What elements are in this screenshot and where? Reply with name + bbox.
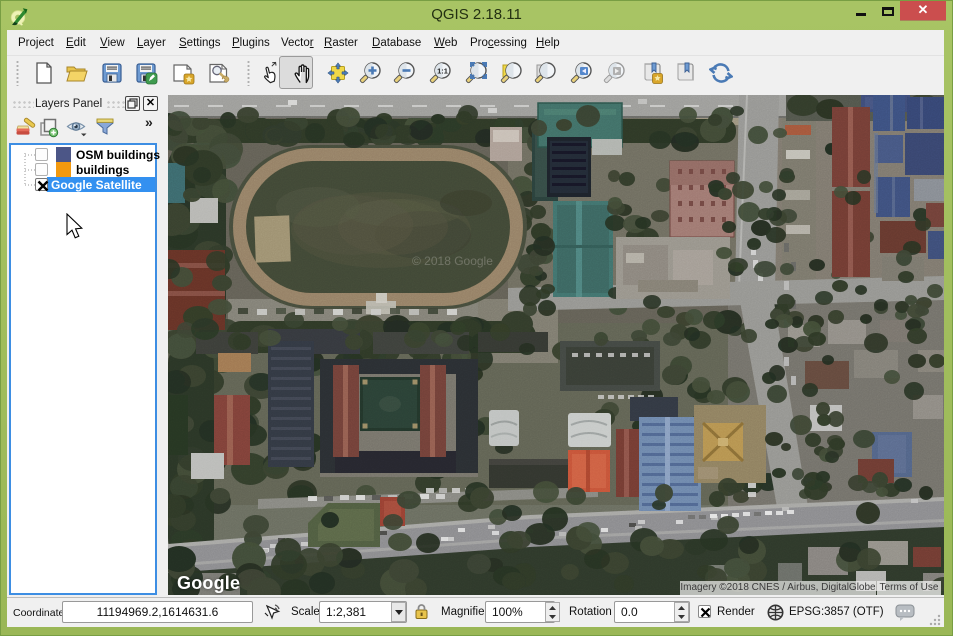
svg-text:1:1: 1:1 bbox=[437, 67, 448, 76]
